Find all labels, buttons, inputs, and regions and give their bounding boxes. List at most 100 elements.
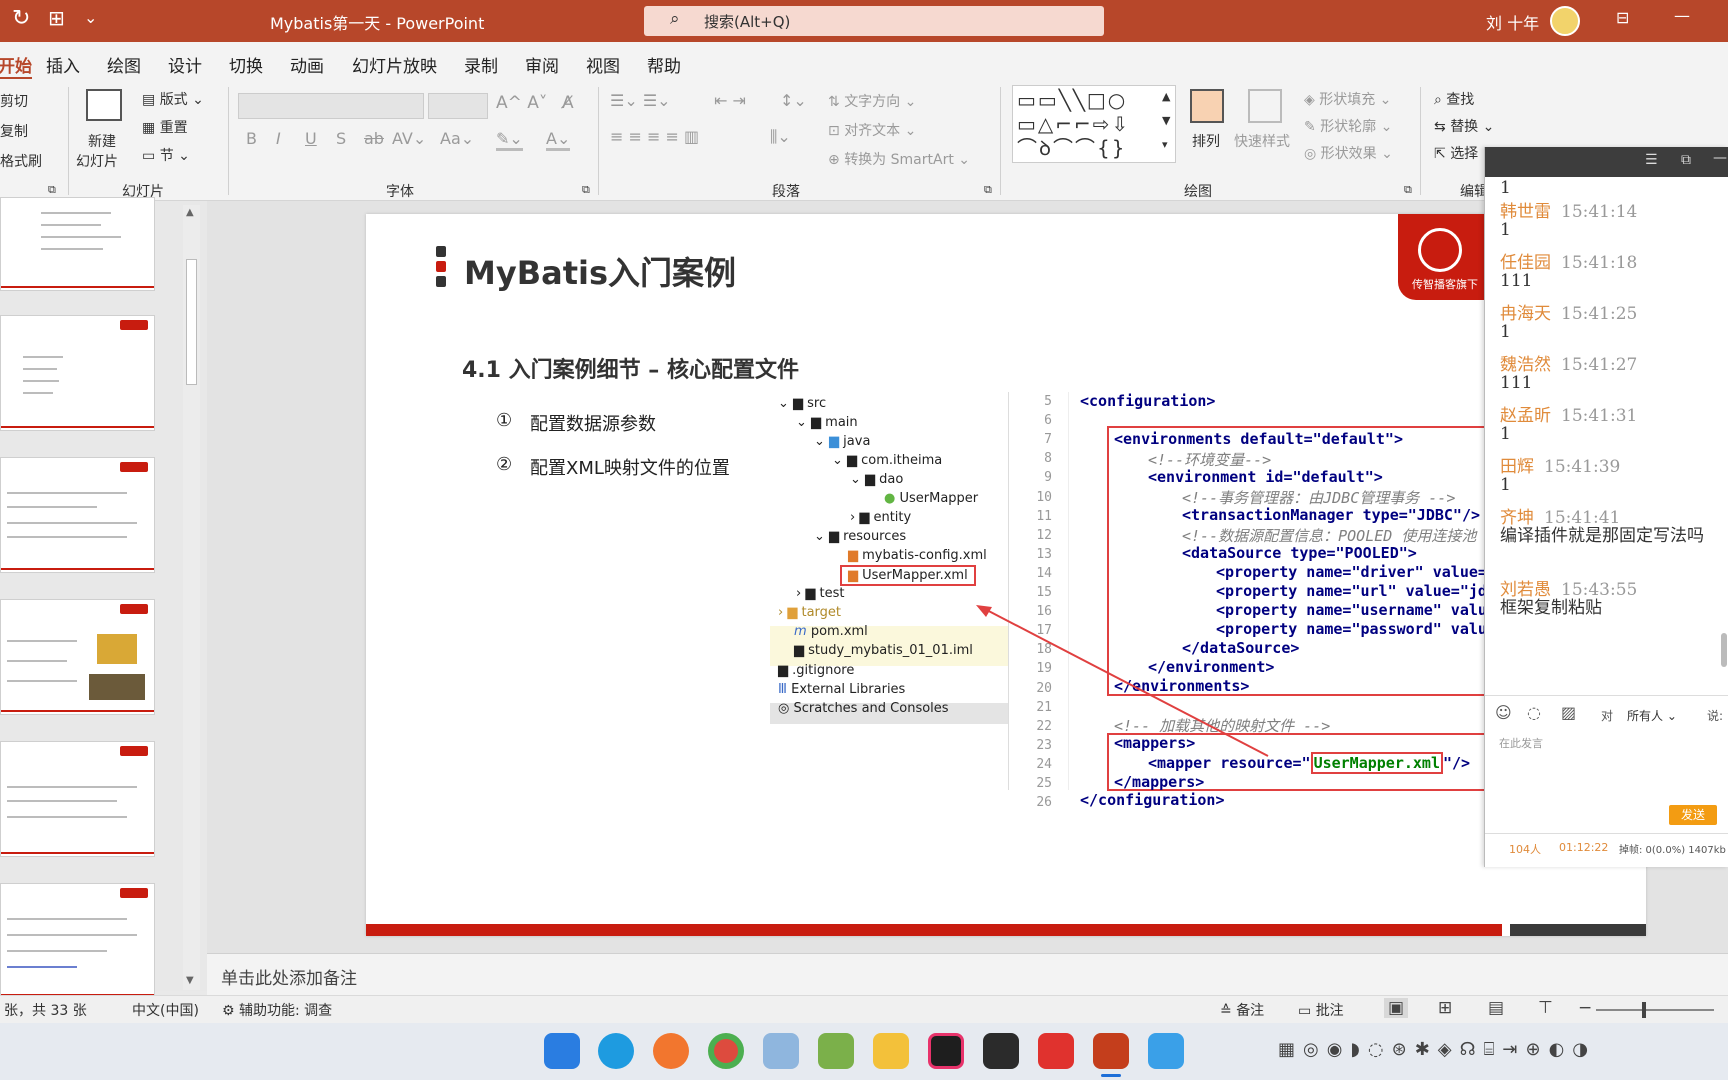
app-icon[interactable] bbox=[763, 1033, 799, 1069]
edge-icon[interactable] bbox=[598, 1033, 634, 1069]
shape-outline-button[interactable]: ✎ 形状轮廓 ⌄ bbox=[1304, 116, 1392, 136]
new-slide-label[interactable]: 新建 bbox=[88, 131, 116, 151]
font-grow-icon[interactable]: A^ A˅ bbox=[496, 93, 547, 113]
bubble-icon[interactable]: ◌ bbox=[1527, 703, 1541, 722]
language[interactable]: 中文(中国) bbox=[132, 1000, 199, 1020]
tab-home[interactable]: 开始 bbox=[0, 52, 32, 80]
customize-qat-icon[interactable]: ⌄ bbox=[84, 8, 97, 27]
new-slide-icon[interactable] bbox=[86, 89, 122, 121]
align-text-button[interactable]: ⊡ 对齐文本 ⌄ bbox=[828, 120, 916, 140]
zoom-slider-thumb[interactable] bbox=[1642, 1002, 1646, 1018]
font-dialog-icon[interactable]: ⧉ bbox=[582, 183, 590, 197]
change-case-button[interactable]: Aa⌄ bbox=[440, 129, 474, 148]
minimize-icon[interactable]: — bbox=[1713, 150, 1727, 166]
xmind-icon[interactable] bbox=[1038, 1033, 1074, 1069]
italic-button[interactable]: I bbox=[276, 129, 281, 148]
font-name-field[interactable] bbox=[238, 93, 424, 119]
text-direction-button[interactable]: ⇅ 文字方向 ⌄ bbox=[828, 91, 916, 111]
font-size-field[interactable] bbox=[428, 93, 488, 119]
quick-styles-icon[interactable] bbox=[1248, 89, 1282, 123]
slide-thumbnail[interactable] bbox=[0, 883, 155, 999]
tab-review[interactable]: 审阅 bbox=[525, 52, 559, 77]
find-button[interactable]: ⌕ 查找 bbox=[1434, 89, 1474, 109]
cut-button[interactable]: 剪切 bbox=[0, 91, 28, 111]
shape-fill-button[interactable]: ◈ 形状填充 ⌄ bbox=[1304, 89, 1391, 109]
thumbnail-scrollbar[interactable]: ▲ ▼ bbox=[183, 205, 200, 990]
tab-transitions[interactable]: 切换 bbox=[229, 52, 263, 77]
quick-styles-button[interactable]: 快速样式 bbox=[1234, 131, 1290, 151]
system-tray-icons[interactable]: ▦◎◉◗◌⊛✱◈☊⌸⇥⊕◐◑ bbox=[1278, 1039, 1596, 1060]
slide-thumbnail[interactable] bbox=[0, 457, 155, 573]
replace-button[interactable]: ⇆ 替换 ⌄ bbox=[1434, 116, 1494, 136]
minimize-icon[interactable]: — bbox=[1674, 6, 1690, 25]
search-box[interactable]: ⌕ 搜索(Alt+Q) bbox=[644, 6, 1104, 36]
shadow-button[interactable]: S bbox=[336, 129, 346, 148]
tab-help[interactable]: 帮助 bbox=[647, 52, 681, 77]
ribbon-display-icon[interactable]: ⊟ bbox=[1616, 8, 1629, 27]
firefox-icon[interactable] bbox=[653, 1033, 689, 1069]
tab-design[interactable]: 设计 bbox=[168, 52, 202, 77]
slideshow-view-icon[interactable]: ⊤ bbox=[1538, 998, 1553, 1018]
undo-icon[interactable]: ↻ bbox=[12, 6, 30, 31]
tab-draw[interactable]: 绘图 bbox=[107, 52, 141, 77]
format-painter-button[interactable]: 格式刷 bbox=[0, 151, 42, 171]
dialog-launcher-icon[interactable]: ⧉ bbox=[48, 183, 56, 197]
cloud-app-icon[interactable] bbox=[1148, 1033, 1184, 1069]
align-icon[interactable]: ≡ ≡ ≡ ≡ ▥ bbox=[610, 127, 699, 146]
tab-slideshow[interactable]: 幻灯片放映 bbox=[352, 52, 437, 77]
shapes-gallery[interactable]: ▭▭╲╲□○ ▭△⌐⌐⇨⇩ ⌒ꝺ⌒⌒{} bbox=[1012, 85, 1176, 163]
normal-view-icon[interactable]: ▣ bbox=[1384, 998, 1409, 1018]
arrange-button[interactable]: 排列 bbox=[1192, 131, 1220, 151]
notes-pane[interactable]: 单击此处添加备注 bbox=[207, 953, 1728, 995]
terminal-icon[interactable] bbox=[983, 1033, 1019, 1069]
tab-insert[interactable]: 插入 bbox=[46, 52, 80, 77]
zoom-out-icon[interactable]: − bbox=[1578, 998, 1592, 1018]
strike-button[interactable]: ab bbox=[364, 129, 384, 148]
user-name[interactable]: 刘 十年 bbox=[1486, 10, 1539, 34]
emoji-icon[interactable]: ☺ bbox=[1495, 703, 1512, 722]
new-slide-label-2[interactable]: 幻灯片 bbox=[76, 151, 118, 171]
select-button[interactable]: ⇱ 选择 bbox=[1434, 143, 1478, 163]
underline-button[interactable]: U bbox=[305, 129, 317, 148]
accessibility-button[interactable]: ⚙ 辅助功能: 调查 bbox=[222, 1000, 332, 1020]
save-icon[interactable]: ⊞ bbox=[48, 6, 65, 30]
reading-view-icon[interactable]: ▤ bbox=[1488, 998, 1504, 1018]
restore-icon[interactable]: ⧉ bbox=[1681, 152, 1691, 168]
chat-scrollbar[interactable] bbox=[1721, 633, 1727, 667]
powerpoint-icon[interactable] bbox=[1093, 1033, 1129, 1069]
image-icon[interactable]: ▨ bbox=[1561, 703, 1576, 722]
drawing-dialog-icon[interactable]: ⧉ bbox=[1404, 183, 1412, 197]
reset-button[interactable]: ▦ 重置 bbox=[142, 117, 188, 137]
avatar[interactable] bbox=[1550, 6, 1580, 36]
line-spacing-icon[interactable]: ↕⌄ bbox=[780, 91, 807, 110]
bullets-icon[interactable]: ☰⌄ ☰⌄ bbox=[610, 91, 671, 110]
notepad-icon[interactable] bbox=[818, 1033, 854, 1069]
columns-icon[interactable]: ⫼⌄ bbox=[770, 127, 791, 147]
recipient-select[interactable]: 所有人 ⌄ bbox=[1627, 707, 1677, 724]
scrollbar-thumb[interactable] bbox=[186, 259, 197, 385]
sorter-view-icon[interactable]: ⊞ bbox=[1438, 998, 1452, 1018]
clear-format-icon[interactable]: A̸ bbox=[562, 93, 574, 113]
highlight-icon[interactable]: ✎⌄ bbox=[496, 129, 523, 151]
zoom-slider[interactable] bbox=[1596, 1009, 1714, 1011]
chrome-icon[interactable] bbox=[708, 1033, 744, 1069]
slide-thumbnail[interactable] bbox=[0, 599, 155, 715]
comments-button[interactable]: ▭ 批注 bbox=[1298, 1000, 1344, 1020]
shapes-scroll-icon[interactable]: ▲ ▼ ▾ bbox=[1162, 85, 1170, 157]
send-button[interactable]: 发送 bbox=[1669, 805, 1717, 825]
chat-input[interactable]: 在此发言 bbox=[1499, 735, 1543, 751]
char-spacing-button[interactable]: AV⌄ bbox=[392, 129, 426, 148]
slide-thumbnail[interactable] bbox=[0, 315, 155, 431]
smartart-button[interactable]: ⊕ 转换为 SmartArt ⌄ bbox=[828, 149, 970, 169]
indent-icon[interactable]: ⇤ ⇥ bbox=[714, 91, 746, 110]
slide-thumbnail[interactable] bbox=[0, 741, 155, 857]
start-icon[interactable] bbox=[544, 1033, 580, 1069]
copy-button[interactable]: 复制 bbox=[0, 121, 28, 141]
slide-thumbnail[interactable] bbox=[0, 197, 155, 291]
font-color-icon[interactable]: A⌄ bbox=[546, 129, 571, 151]
menu-icon[interactable]: ☰ bbox=[1645, 152, 1658, 168]
shape-effects-button[interactable]: ◎ 形状效果 ⌄ bbox=[1304, 143, 1393, 163]
tab-view[interactable]: 视图 bbox=[586, 52, 620, 77]
paragraph-dialog-icon[interactable]: ⧉ bbox=[984, 183, 992, 197]
slide[interactable]: MyBatis入门案例 传智播客旗下 4.1 入门案例细节 – 核心配置文件 ①… bbox=[366, 214, 1646, 936]
